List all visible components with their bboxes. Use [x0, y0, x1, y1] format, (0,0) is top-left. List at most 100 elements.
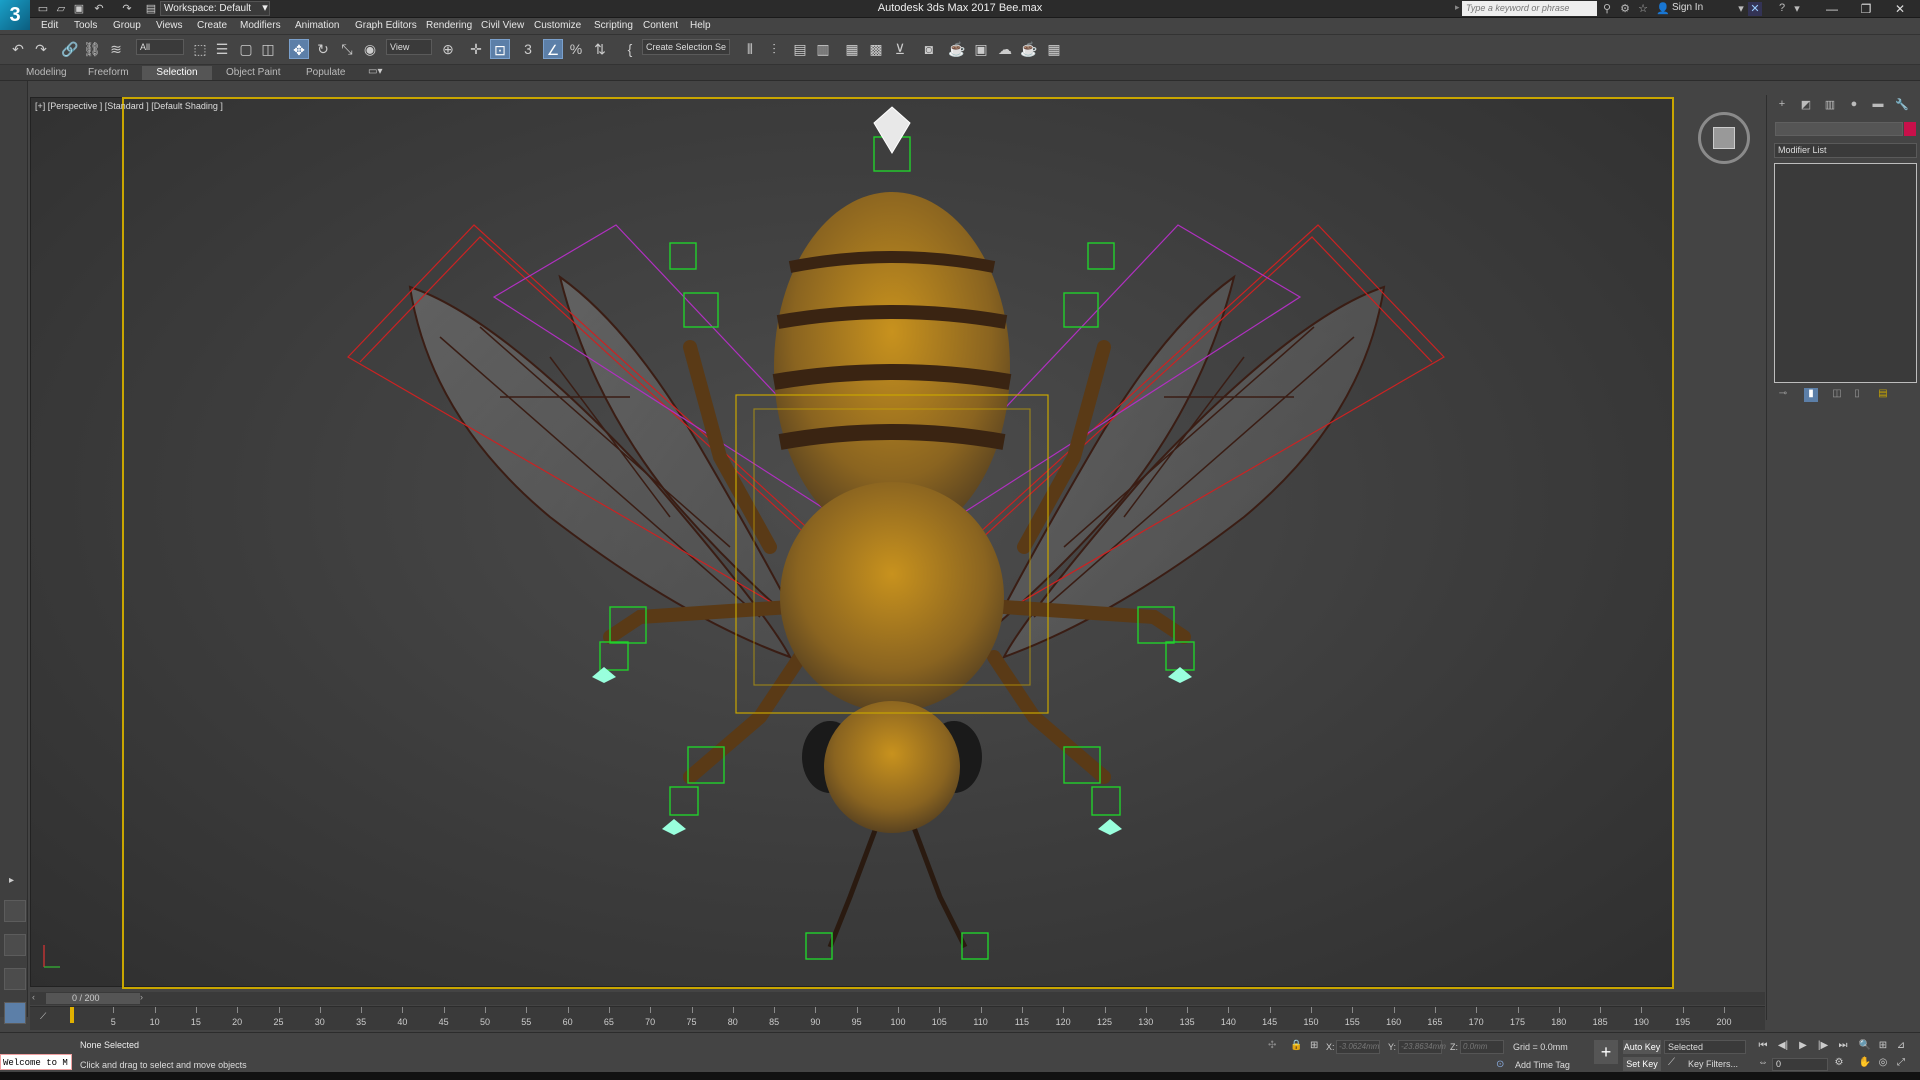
star-icon[interactable]: ☆: [1636, 2, 1650, 16]
select-and-scale-icon[interactable]: ⤡: [337, 39, 357, 59]
viewcube-icon[interactable]: [1713, 127, 1735, 149]
x-coord-field[interactable]: -3.0624mm: [1336, 1040, 1380, 1054]
time-tag-icon[interactable]: ⊙: [1496, 1059, 1504, 1070]
menu-views[interactable]: Views: [156, 20, 183, 31]
menu-animation[interactable]: Animation: [295, 20, 339, 31]
render-setup-icon[interactable]: ☕: [947, 39, 967, 59]
auto-key-button[interactable]: Auto Key: [1623, 1040, 1661, 1054]
key-filters-button[interactable]: Key Filters...: [1688, 1057, 1746, 1071]
modifier-stack[interactable]: [1774, 163, 1917, 383]
binoculars-icon[interactable]: ⚲: [1600, 2, 1614, 16]
manipulate-icon[interactable]: ✛: [466, 39, 486, 59]
key-selection-dropdown[interactable]: Selected: [1664, 1040, 1746, 1054]
user-icon[interactable]: 👤: [1656, 2, 1670, 16]
project-folder-icon[interactable]: ▤: [144, 2, 158, 16]
set-key-button[interactable]: Set Key: [1623, 1057, 1661, 1071]
undo-icon[interactable]: ↶: [8, 39, 28, 59]
expand-arrow-icon[interactable]: ▸: [9, 875, 14, 886]
current-frame-field[interactable]: 0: [1772, 1058, 1828, 1071]
select-and-rotate-icon[interactable]: ↻: [313, 39, 333, 59]
rectangular-selection-icon[interactable]: ▢: [236, 39, 256, 59]
pan-view-icon[interactable]: ✋: [1858, 1057, 1872, 1071]
render-iterative-icon[interactable]: ☕: [1019, 39, 1039, 59]
maxscript-listener[interactable]: Welcome to M: [0, 1054, 72, 1070]
chevron-down-icon[interactable]: ▾: [1790, 2, 1804, 16]
menu-civil-view[interactable]: Civil View: [481, 20, 524, 31]
isolate-selection-icon[interactable]: ✣: [1268, 1040, 1276, 1051]
show-end-result-icon[interactable]: ▮: [1804, 388, 1818, 402]
selection-lock-icon[interactable]: 🔒: [1290, 1040, 1302, 1051]
time-configuration-icon[interactable]: ⚙: [1832, 1057, 1846, 1071]
minimize-button[interactable]: —: [1816, 0, 1848, 18]
menu-customize[interactable]: Customize: [534, 20, 581, 31]
rendered-frame-window-icon[interactable]: ▣: [971, 39, 991, 59]
toggle-ribbon-icon[interactable]: ▦: [842, 39, 862, 59]
window-crossing-icon[interactable]: ◫: [258, 39, 278, 59]
zoom-extents-icon[interactable]: ⊞: [1876, 1040, 1890, 1054]
viewport-layout-tab[interactable]: [4, 1002, 26, 1024]
search-expand-icon[interactable]: ▸: [1455, 2, 1461, 16]
play-icon[interactable]: ▶: [1796, 1040, 1810, 1054]
redo-icon[interactable]: ↷: [120, 2, 134, 16]
remove-modifier-icon[interactable]: ▯: [1850, 388, 1864, 402]
default-tangent-icon[interactable]: ⟋: [1668, 1057, 1675, 1068]
mirror-icon[interactable]: ⫴: [740, 39, 760, 59]
new-file-icon[interactable]: ▭: [36, 2, 50, 16]
motion-tab-icon[interactable]: ●: [1846, 98, 1862, 114]
menu-group[interactable]: Group: [113, 20, 141, 31]
maximize-viewport-icon[interactable]: ⤢: [1894, 1057, 1908, 1071]
open-file-icon[interactable]: ▱: [54, 2, 68, 16]
curve-editor-icon[interactable]: ▩: [866, 39, 886, 59]
time-slider-next-icon[interactable]: ›: [140, 992, 143, 1002]
add-time-tag[interactable]: Add Time Tag: [1515, 1060, 1570, 1070]
viewport-layout-tab[interactable]: [4, 968, 26, 990]
snaps-toggle-icon[interactable]: 3: [518, 39, 538, 59]
open-mini-curve-editor-icon[interactable]: ⟋: [40, 1011, 46, 1022]
go-to-end-icon[interactable]: ⏭: [1836, 1040, 1850, 1054]
align-icon[interactable]: ⫶: [764, 39, 784, 59]
tab-object-paint[interactable]: Object Paint: [218, 66, 288, 80]
bind-space-warp-icon[interactable]: ≋: [106, 39, 126, 59]
search-input[interactable]: Type a keyword or phrase: [1462, 1, 1597, 16]
help-icon[interactable]: ?: [1775, 2, 1789, 16]
absolute-mode-icon[interactable]: ⊞: [1310, 1040, 1318, 1051]
modify-tab-icon[interactable]: ◩: [1798, 98, 1814, 114]
viewport-layout-tab[interactable]: [4, 934, 26, 956]
modifier-list-dropdown[interactable]: Modifier List: [1774, 143, 1917, 158]
menu-content[interactable]: Content: [643, 20, 678, 31]
menu-help[interactable]: Help: [690, 20, 711, 31]
current-frame-marker[interactable]: [70, 1007, 74, 1023]
schematic-view-icon[interactable]: ⊻: [890, 39, 910, 59]
select-and-place-icon[interactable]: ◉: [360, 39, 380, 59]
menu-modifiers[interactable]: Modifiers: [240, 20, 281, 31]
make-unique-icon[interactable]: ◫: [1830, 388, 1844, 402]
render-in-cloud-icon[interactable]: ▦: [1044, 39, 1064, 59]
time-slider-prev-icon[interactable]: ‹: [32, 992, 35, 1002]
save-icon[interactable]: ▣: [72, 2, 86, 16]
tab-modeling[interactable]: Modeling: [18, 66, 75, 80]
menu-rendering[interactable]: Rendering: [426, 20, 472, 31]
keyboard-shortcut-override-icon[interactable]: ⊡: [490, 39, 510, 59]
angle-snap-icon[interactable]: ∠: [543, 39, 563, 59]
undo-icon[interactable]: ↶: [92, 2, 106, 16]
pin-stack-icon[interactable]: ⊸: [1776, 388, 1790, 402]
select-by-name-icon[interactable]: ☰: [212, 39, 232, 59]
close-button[interactable]: ✕: [1884, 0, 1916, 18]
menu-scripting[interactable]: Scripting: [594, 20, 633, 31]
set-keys-icon[interactable]: +: [1594, 1040, 1618, 1064]
reference-coordinate-dropdown[interactable]: View: [386, 39, 432, 55]
object-name-field[interactable]: [1775, 122, 1903, 136]
create-tab-icon[interactable]: +: [1774, 98, 1790, 114]
key-mode-icon[interactable]: ⇔: [1756, 1057, 1770, 1071]
chevron-down-icon[interactable]: ▾: [1734, 2, 1748, 16]
object-color-swatch[interactable]: [1904, 122, 1916, 136]
toggle-scene-explorer-icon[interactable]: ▤: [790, 39, 810, 59]
exchange-icon[interactable]: ✕: [1748, 2, 1762, 16]
app-logo-icon[interactable]: 3: [0, 0, 30, 30]
z-coord-field[interactable]: 0.0mm: [1460, 1040, 1504, 1054]
field-of-view-icon[interactable]: ⊿: [1894, 1040, 1908, 1054]
display-tab-icon[interactable]: ▬: [1870, 98, 1886, 114]
viewport-label[interactable]: [+] [Perspective ] [Standard ] [Default …: [35, 101, 223, 111]
viewport-layout-tab[interactable]: [4, 900, 26, 922]
ribbon-options-icon[interactable]: ▭▾: [368, 66, 382, 77]
